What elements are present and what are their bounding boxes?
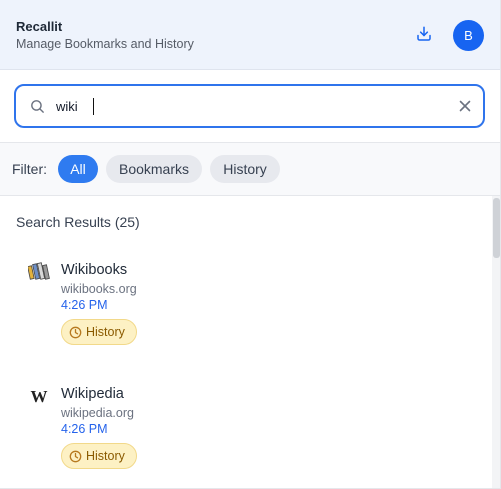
clock-icon xyxy=(69,450,82,462)
result-item[interactable]: W Wikipedia wikipedia.org 4:26 PM Histor… xyxy=(0,380,490,488)
download-button[interactable] xyxy=(412,22,436,46)
wikibooks-favicon xyxy=(28,262,50,280)
app-subtitle: Manage Bookmarks and History xyxy=(16,37,194,51)
filter-bar: Filter: All Bookmarks History xyxy=(0,143,500,196)
download-icon xyxy=(417,26,431,41)
result-title: Wikipedia xyxy=(61,386,124,402)
result-domain: wikibooks.org xyxy=(61,282,137,296)
results-panel: Search Results (25) Wikibooks wikibooks.… xyxy=(0,196,500,488)
result-domain: wikipedia.org xyxy=(61,406,134,420)
badge-label: History xyxy=(86,449,125,463)
filter-label: Filter: xyxy=(12,161,47,177)
result-item[interactable]: Wikibooks wikibooks.org 4:26 PM History xyxy=(0,256,490,366)
badge-label: History xyxy=(86,325,125,339)
search-section xyxy=(0,70,500,143)
clear-search-button[interactable] xyxy=(456,97,474,115)
text-caret xyxy=(93,98,94,115)
results-heading: Search Results (25) xyxy=(16,214,140,230)
scrollbar-thumb[interactable] xyxy=(493,198,500,258)
filter-chip-history[interactable]: History xyxy=(210,155,280,183)
search-icon xyxy=(31,100,44,113)
result-time: 4:26 PM xyxy=(61,298,108,312)
history-badge: History xyxy=(61,443,137,469)
search-input[interactable] xyxy=(56,96,436,116)
wikipedia-favicon: W xyxy=(31,387,48,406)
search-box[interactable] xyxy=(14,84,485,128)
user-avatar[interactable]: B xyxy=(453,20,484,51)
filter-chip-all[interactable]: All xyxy=(58,155,98,183)
extension-popup: Recallit Manage Bookmarks and History B xyxy=(0,0,501,489)
filter-chip-bookmarks[interactable]: Bookmarks xyxy=(106,155,202,183)
app-title: Recallit xyxy=(16,19,63,34)
result-title: Wikibooks xyxy=(61,262,128,278)
clock-icon xyxy=(69,326,82,338)
results-scrollbar[interactable] xyxy=(492,196,500,488)
svg-text:W: W xyxy=(31,387,48,406)
app-header: Recallit Manage Bookmarks and History B xyxy=(0,0,500,70)
history-badge: History xyxy=(61,319,137,345)
close-icon xyxy=(459,100,471,112)
result-time: 4:26 PM xyxy=(61,422,108,436)
